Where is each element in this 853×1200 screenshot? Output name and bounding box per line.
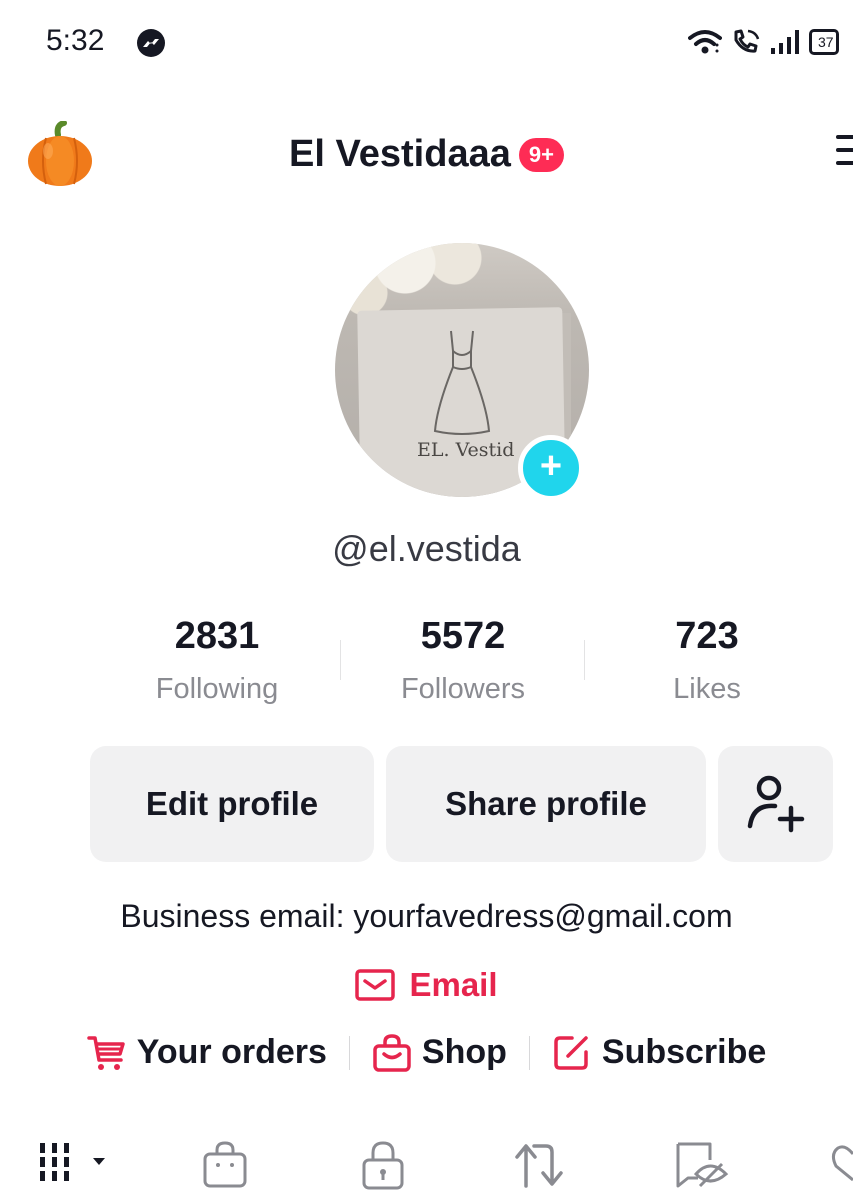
menu-line	[836, 148, 853, 152]
content-tabs	[0, 1130, 853, 1200]
email-link[interactable]: Email	[0, 966, 853, 1004]
add-friends-button[interactable]	[718, 746, 833, 862]
wifi-call-icon	[734, 29, 760, 53]
heart-icon	[831, 1145, 853, 1182]
shop-bag-icon	[203, 1141, 247, 1188]
edit-profile-button[interactable]: Edit profile	[90, 746, 374, 862]
signal-icon	[771, 30, 799, 54]
account-name: El Vestidaaa	[289, 133, 511, 175]
followers-label: Followers	[400, 673, 526, 705]
link-divider	[348, 1035, 350, 1070]
subscribe-link[interactable]: Subscribe	[552, 1033, 766, 1072]
tab-reposts[interactable]	[512, 1140, 566, 1195]
repost-icon	[515, 1144, 563, 1188]
envelope-icon	[355, 969, 396, 1001]
tab-liked[interactable]	[830, 1140, 853, 1195]
stat-divider	[340, 640, 341, 680]
subscribe-label: Subscribe	[601, 1033, 767, 1071]
shop-bag-icon	[373, 1033, 411, 1072]
tab-hidden[interactable]	[674, 1140, 730, 1195]
link-divider	[528, 1035, 530, 1070]
shop-label: Shop	[421, 1033, 507, 1071]
grid-icon	[40, 1143, 105, 1181]
email-link-label: Email	[409, 966, 498, 1003]
likes-count: 723	[675, 615, 739, 657]
menu-line	[836, 161, 853, 165]
add-user-icon	[747, 775, 804, 833]
add-avatar-button[interactable]: +	[518, 435, 584, 501]
battery-icon: 37	[809, 29, 839, 55]
followers-count: 5572	[420, 615, 506, 657]
profile-header: El Vestidaaa 9+	[0, 115, 853, 195]
bio-text: Business email: yourfavedress@gmail.com	[120, 898, 733, 934]
tab-private[interactable]	[358, 1140, 408, 1195]
username: @el.vestida	[332, 528, 521, 569]
menu-line	[836, 135, 853, 139]
shop-link[interactable]: Shop	[372, 1033, 507, 1072]
stat-likes[interactable]: 723 Likes	[597, 615, 817, 706]
dress-icon	[433, 330, 491, 435]
hidden-icon	[676, 1142, 729, 1188]
likes-label: Likes	[673, 673, 741, 705]
menu-icon[interactable]	[836, 135, 853, 171]
your-orders-label: Your orders	[136, 1033, 327, 1071]
share-profile-button[interactable]: Share profile	[386, 746, 706, 862]
tab-shop[interactable]	[200, 1140, 250, 1195]
following-label: Following	[155, 673, 279, 705]
your-orders-link[interactable]: Your orders	[86, 1033, 327, 1072]
profile-links: Your orders Shop Subscribe	[0, 1033, 853, 1072]
tab-videos[interactable]	[38, 1140, 118, 1195]
edit-icon	[554, 1035, 588, 1070]
wifi-icon	[688, 30, 722, 54]
status-icons: 37	[688, 26, 839, 58]
status-time: 5:32	[46, 24, 105, 57]
header-title[interactable]: El Vestidaaa 9+	[0, 133, 853, 176]
stat-divider	[584, 640, 585, 680]
lock-icon	[362, 1141, 404, 1190]
cart-icon	[86, 1035, 125, 1070]
status-bar: 5:32 37	[0, 0, 853, 90]
notification-badge: 9+	[518, 137, 564, 172]
messenger-icon	[137, 29, 165, 57]
avatar-brand-text: EL. Vestid	[417, 439, 515, 461]
following-count: 2831	[174, 615, 260, 657]
stat-followers[interactable]: 5572 Followers	[353, 615, 573, 706]
stat-following[interactable]: 2831 Following	[107, 615, 327, 706]
